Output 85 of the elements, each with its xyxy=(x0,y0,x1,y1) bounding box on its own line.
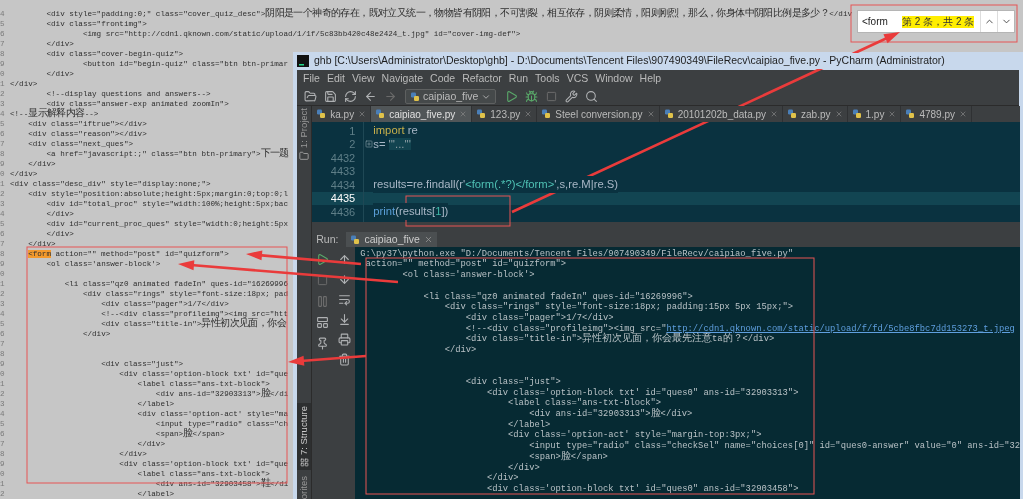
rerun-button[interactable] xyxy=(316,252,330,266)
folder-icon xyxy=(299,151,310,162)
menu-item[interactable]: Navigate xyxy=(381,71,424,87)
line-number: 2 xyxy=(349,137,356,152)
debug-button[interactable] xyxy=(524,90,538,103)
run-tab[interactable]: caipiao_five xyxy=(346,232,437,247)
close-icon[interactable] xyxy=(959,110,967,118)
window-title: ghb [C:\Users\Administrator\Desktop\ghb] - D:\Documents\Tencent Files\907490349\FileRecv\caipiao_five.py - PyCharm (Administrator) xyxy=(314,53,945,69)
line-number: 4436 xyxy=(330,204,356,220)
python-file-icon xyxy=(663,109,674,119)
settings-button[interactable] xyxy=(564,90,578,103)
menu-item[interactable]: Window xyxy=(595,71,633,87)
output-line: <div class='option-act' style="margin-top:3px;"> xyxy=(507,429,762,441)
save-button[interactable] xyxy=(323,90,337,103)
soft-wrap-button[interactable] xyxy=(337,292,351,306)
tool-window-tab[interactable]: 1: Project xyxy=(297,108,312,149)
fold-icon[interactable] xyxy=(365,140,374,149)
output-line: <span>脸</span> xyxy=(528,450,608,463)
menu-item[interactable]: View xyxy=(352,71,375,87)
output-line: <div class="pager">1/7</div> xyxy=(464,311,614,324)
output-line: <label class="ans-txt-block"> xyxy=(507,397,662,409)
close-icon[interactable] xyxy=(423,235,433,244)
output-line: </div> xyxy=(507,461,540,473)
run-button[interactable] xyxy=(504,90,518,103)
output-line: G:\py37\python.exe "D:/Documents/Tencent Files/907490349/FileRecv/caipiao_five.py" xyxy=(360,247,794,259)
output-line: <input type="radio" class="checkSel" name="choices[0]" id="ques0-answer" value="0" ans-id="32 xyxy=(528,440,1021,452)
menu-item[interactable]: VCS xyxy=(566,71,589,87)
run-label: Run: xyxy=(316,231,339,247)
menu-item[interactable]: Run xyxy=(508,71,529,87)
match-count: 第 2 条，共 2 条 xyxy=(902,15,975,28)
menu-item[interactable]: Tools xyxy=(535,71,560,87)
down-arrow-button[interactable] xyxy=(337,272,351,286)
python-file-icon xyxy=(851,109,862,119)
sync-button[interactable] xyxy=(343,90,357,103)
output-line: <div class="title-in">异性初次见面，你会最先注意ta的？</div> xyxy=(464,333,775,345)
output-line: <div class="rings" style="font-size:18px; padding:15px 5px 15px;"> xyxy=(443,301,794,313)
python-file-icon xyxy=(787,109,798,119)
close-icon[interactable] xyxy=(888,110,897,118)
python-file-icon xyxy=(410,91,420,102)
close-icon[interactable] xyxy=(834,110,843,118)
output-line: </div> xyxy=(443,343,477,357)
print-button[interactable] xyxy=(337,332,351,346)
forward-button[interactable] xyxy=(383,90,397,103)
pause-button[interactable] xyxy=(316,294,330,308)
close-icon[interactable] xyxy=(524,110,533,118)
editor-tab[interactable]: caipiao_five.py xyxy=(371,106,473,122)
python-file-icon xyxy=(476,109,487,119)
line-number: 4434 xyxy=(330,177,356,193)
back-button[interactable] xyxy=(363,90,377,103)
python-file-icon xyxy=(316,109,327,119)
line-number: 4435 xyxy=(330,191,356,206)
output-line: <div class='option-block txt' id="ques0" ans-id="32903458"> xyxy=(485,482,799,496)
output-line: </label> xyxy=(507,418,551,430)
search-button[interactable] xyxy=(584,90,598,103)
close-icon[interactable] xyxy=(358,110,367,118)
output-line: <li class="qz0 animated fadeIn" ques-id="16269996"> xyxy=(422,290,693,302)
menu-item[interactable]: Code xyxy=(430,71,456,87)
python-file-icon xyxy=(541,109,552,119)
python-file-icon xyxy=(350,234,361,245)
menu-item[interactable]: Refactor xyxy=(462,71,502,87)
menu-item[interactable]: Edit xyxy=(326,71,345,87)
stop-button[interactable] xyxy=(545,91,557,102)
output-line: <div ans-id="32903313">脸</div> xyxy=(528,408,693,420)
python-file-icon xyxy=(905,109,916,119)
line-number: 4433 xyxy=(330,164,356,179)
layout-button[interactable] xyxy=(316,315,330,329)
scroll-to-end-button[interactable] xyxy=(337,312,351,326)
app-logo-icon xyxy=(297,55,309,67)
output-line: <div class="just"> xyxy=(464,376,561,388)
menu-item[interactable]: Help xyxy=(639,71,662,87)
close-icon[interactable] xyxy=(646,110,655,118)
python-file-icon xyxy=(375,109,386,119)
line-number: 1 xyxy=(349,123,356,139)
menu-item[interactable]: File xyxy=(303,71,320,87)
output-line: <div class='option-block txt' id="ques0" ans-id="32903313"> xyxy=(485,386,799,398)
stop-button[interactable] xyxy=(317,274,329,286)
run-config-dropdown[interactable]: caipiao_five xyxy=(405,89,497,104)
close-icon[interactable] xyxy=(770,110,779,118)
pin-button[interactable] xyxy=(316,336,330,350)
line-number: 4432 xyxy=(330,150,356,166)
output-line: <ol class='answer-block'> xyxy=(401,269,535,283)
tool-window-tab[interactable]: orites xyxy=(297,475,312,499)
output-line: </div> xyxy=(485,472,519,484)
open-folder-button[interactable] xyxy=(303,90,317,103)
structure-icon xyxy=(299,457,309,467)
